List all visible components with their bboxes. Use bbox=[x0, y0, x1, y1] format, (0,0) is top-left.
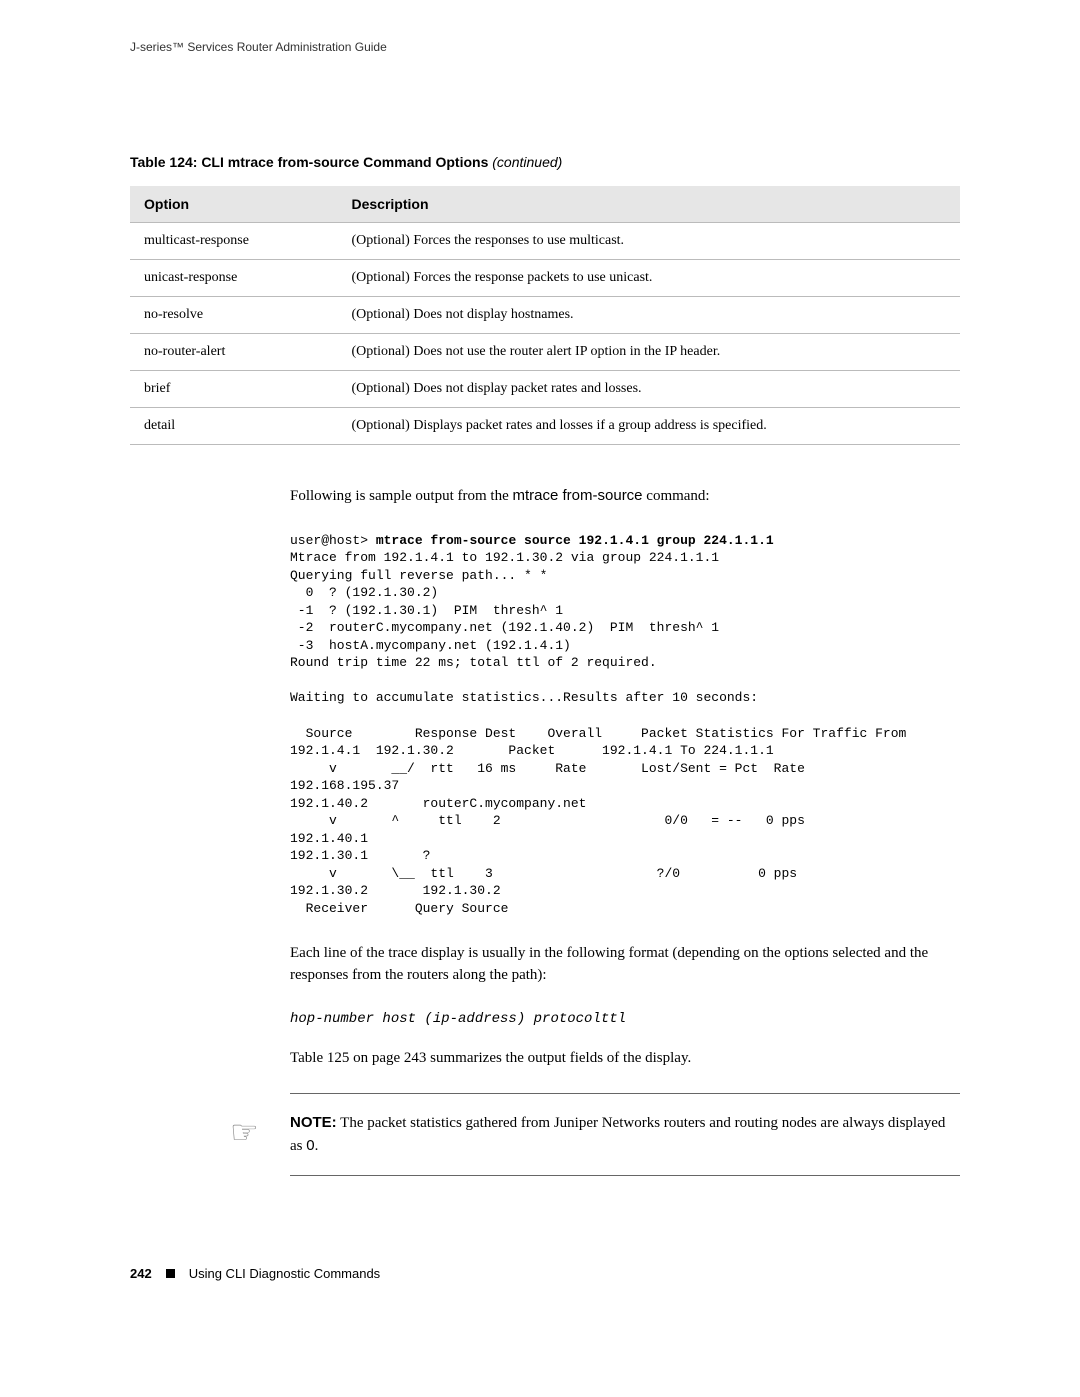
table-title-italic: (continued) bbox=[492, 154, 562, 170]
table-row: detail (Optional) Displays packet rates … bbox=[130, 408, 960, 445]
note-hand-icon: ☞ bbox=[230, 1108, 259, 1156]
table-row: multicast-response (Optional) Forces the… bbox=[130, 223, 960, 260]
cell-option: brief bbox=[130, 371, 338, 408]
cell-description: (Optional) Displays packet rates and los… bbox=[338, 408, 961, 445]
page-footer: 242 Using CLI Diagnostic Commands bbox=[130, 1256, 960, 1281]
note-text-suffix: . bbox=[315, 1138, 319, 1154]
table-row: no-router-alert (Optional) Does not use … bbox=[130, 334, 960, 371]
table-row: no-resolve (Optional) Does not display h… bbox=[130, 297, 960, 334]
footer-square-icon bbox=[166, 1269, 175, 1278]
table-title-bold: Table 124: CLI mtrace from-source Comman… bbox=[130, 154, 492, 170]
running-header: J-series™ Services Router Administration… bbox=[130, 40, 960, 54]
table-row: brief (Optional) Does not display packet… bbox=[130, 371, 960, 408]
intro-prefix: Following is sample output from the bbox=[290, 488, 513, 504]
cell-option: detail bbox=[130, 408, 338, 445]
note-code: 0 bbox=[306, 1137, 314, 1154]
options-table: Option Description multicast-response (O… bbox=[130, 186, 960, 445]
th-description: Description bbox=[338, 186, 961, 223]
page-number: 242 bbox=[130, 1266, 152, 1281]
th-option: Option bbox=[130, 186, 338, 223]
summary-paragraph: Table 125 on page 243 summarizes the out… bbox=[290, 1047, 960, 1070]
cell-option: multicast-response bbox=[130, 223, 338, 260]
syntax-line: hop-number host (ip-address) protocolttl bbox=[290, 1011, 960, 1027]
cli-prompt: user@host> bbox=[290, 533, 376, 548]
table-title: Table 124: CLI mtrace from-source Comman… bbox=[130, 154, 960, 170]
cli-body: Mtrace from 192.1.4.1 to 192.1.30.2 via … bbox=[290, 550, 906, 916]
page: J-series™ Services Router Administration… bbox=[0, 0, 1080, 1321]
intro-suffix: command: bbox=[643, 488, 710, 504]
note-label: NOTE: bbox=[290, 1114, 337, 1131]
cell-description: (Optional) Does not display hostnames. bbox=[338, 297, 961, 334]
cell-option: unicast-response bbox=[130, 260, 338, 297]
cli-command: mtrace from-source source 192.1.4.1 grou… bbox=[376, 533, 774, 548]
cli-output: user@host> mtrace from-source source 192… bbox=[290, 532, 960, 918]
note-text-prefix: The packet statistics gathered from Juni… bbox=[290, 1115, 945, 1154]
cell-description: (Optional) Forces the responses to use m… bbox=[338, 223, 961, 260]
cell-description: (Optional) Forces the response packets t… bbox=[338, 260, 961, 297]
cell-option: no-router-alert bbox=[130, 334, 338, 371]
note-block: ☞ NOTE: The packet statistics gathered f… bbox=[290, 1093, 960, 1176]
intro-command: mtrace from-source bbox=[513, 487, 643, 504]
cell-option: no-resolve bbox=[130, 297, 338, 334]
cell-description: (Optional) Does not display packet rates… bbox=[338, 371, 961, 408]
format-paragraph: Each line of the trace display is usuall… bbox=[290, 942, 960, 987]
intro-paragraph: Following is sample output from the mtra… bbox=[290, 485, 960, 508]
table-row: unicast-response (Optional) Forces the r… bbox=[130, 260, 960, 297]
cell-description: (Optional) Does not use the router alert… bbox=[338, 334, 961, 371]
footer-section: Using CLI Diagnostic Commands bbox=[189, 1266, 380, 1281]
